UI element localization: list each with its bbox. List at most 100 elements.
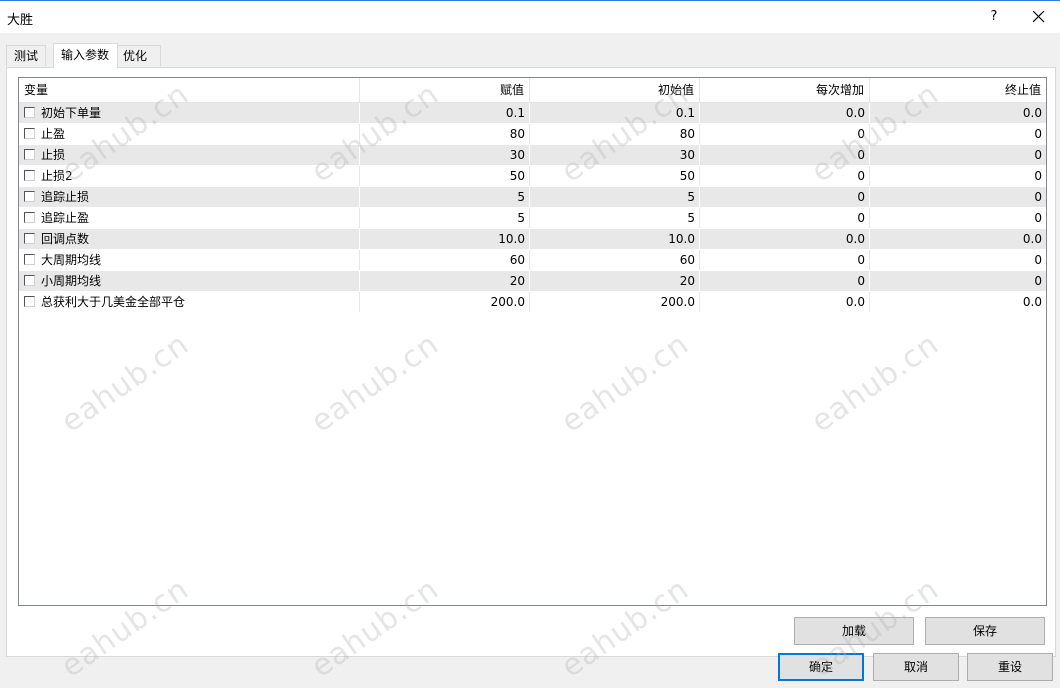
column-header-value[interactable]: 赋值 xyxy=(360,78,530,102)
table-row[interactable]: 止损 30 30 0 0 xyxy=(19,145,1046,166)
table-row[interactable]: 大周期均线 60 60 0 0 xyxy=(19,250,1046,271)
cell-stop[interactable]: 0 xyxy=(870,145,1046,165)
cell-step[interactable]: 0.0 xyxy=(700,103,870,123)
cell-stop[interactable]: 0.0 xyxy=(870,292,1046,312)
cell-stop[interactable]: 0 xyxy=(870,271,1046,291)
column-header-start[interactable]: 初始值 xyxy=(530,78,700,102)
optimize-checkbox[interactable] xyxy=(24,233,35,244)
variable-label: 大周期均线 xyxy=(41,253,102,267)
table-row[interactable]: 追踪止盈 5 5 0 0 xyxy=(19,208,1046,229)
cell-value[interactable]: 200.0 xyxy=(360,292,530,312)
table-header: 变量 赋值 初始值 每次增加 终止值 xyxy=(19,78,1046,103)
cell-value[interactable]: 10.0 xyxy=(360,229,530,249)
cell-variable: 追踪止损 xyxy=(19,187,360,207)
optimize-checkbox[interactable] xyxy=(24,212,35,223)
cell-variable: 初始下单量 xyxy=(19,103,360,123)
optimize-checkbox[interactable] xyxy=(24,191,35,202)
cell-step[interactable]: 0 xyxy=(700,145,870,165)
cell-value[interactable]: 80 xyxy=(360,124,530,144)
cell-start[interactable]: 5 xyxy=(530,187,700,207)
table-row[interactable]: 初始下单量 0.1 0.1 0.0 0.0 xyxy=(19,103,1046,124)
cell-start[interactable]: 5 xyxy=(530,208,700,228)
cell-stop[interactable]: 0 xyxy=(870,187,1046,207)
cell-step[interactable]: 0 xyxy=(700,166,870,186)
variable-label: 止损2 xyxy=(41,169,73,183)
cell-start[interactable]: 10.0 xyxy=(530,229,700,249)
cell-step[interactable]: 0 xyxy=(700,271,870,291)
tab-test[interactable]: 测试 xyxy=(6,45,46,66)
inputs-panel: 变量 赋值 初始值 每次增加 终止值 初始下单量 0.1 0.1 0.0 0.0 止盈 80… xyxy=(6,67,1056,657)
tab-optimize[interactable]: 优化 xyxy=(115,45,161,66)
cell-variable: 总获利大于几美金全部平仓 xyxy=(19,292,360,312)
cell-value[interactable]: 20 xyxy=(360,271,530,291)
cell-variable: 大周期均线 xyxy=(19,250,360,270)
cancel-button[interactable]: 取消 xyxy=(873,653,959,681)
cell-variable: 止盈 xyxy=(19,124,360,144)
cell-start[interactable]: 30 xyxy=(530,145,700,165)
table-row[interactable]: 止损2 50 50 0 0 xyxy=(19,166,1046,187)
variable-label: 总获利大于几美金全部平仓 xyxy=(41,295,186,309)
cell-step[interactable]: 0 xyxy=(700,208,870,228)
variable-label: 止盈 xyxy=(41,127,66,141)
parameters-table: 变量 赋值 初始值 每次增加 终止值 初始下单量 0.1 0.1 0.0 0.0 止盈 80… xyxy=(18,77,1047,606)
cell-stop[interactable]: 0 xyxy=(870,124,1046,144)
cell-step[interactable]: 0.0 xyxy=(700,229,870,249)
column-header-step[interactable]: 每次增加 xyxy=(700,78,870,102)
variable-label: 小周期均线 xyxy=(41,274,102,288)
cell-start[interactable]: 20 xyxy=(530,271,700,291)
cell-variable: 回调点数 xyxy=(19,229,360,249)
cell-stop[interactable]: 0 xyxy=(870,208,1046,228)
optimize-checkbox[interactable] xyxy=(24,107,35,118)
load-button[interactable]: 加载 xyxy=(794,617,914,645)
cell-variable: 追踪止盈 xyxy=(19,208,360,228)
optimize-checkbox[interactable] xyxy=(24,296,35,307)
cell-value[interactable]: 30 xyxy=(360,145,530,165)
cell-value[interactable]: 5 xyxy=(360,208,530,228)
optimize-checkbox[interactable] xyxy=(24,128,35,139)
cell-stop[interactable]: 0 xyxy=(870,250,1046,270)
variable-label: 止损 xyxy=(41,148,66,162)
close-button[interactable] xyxy=(1024,3,1054,31)
table-row[interactable]: 小周期均线 20 20 0 0 xyxy=(19,271,1046,292)
help-button[interactable]: ? xyxy=(982,3,1006,31)
cell-stop[interactable]: 0.0 xyxy=(870,229,1046,249)
cell-value[interactable]: 5 xyxy=(360,187,530,207)
tab-inputs[interactable]: 输入参数 xyxy=(53,43,118,68)
variable-label: 追踪止损 xyxy=(41,190,90,204)
table-row[interactable]: 回调点数 10.0 10.0 0.0 0.0 xyxy=(19,229,1046,250)
cell-step[interactable]: 0.0 xyxy=(700,292,870,312)
save-button[interactable]: 保存 xyxy=(925,617,1045,645)
cell-variable: 止损 xyxy=(19,145,360,165)
variable-label: 初始下单量 xyxy=(41,106,102,120)
variable-label: 追踪止盈 xyxy=(41,211,90,225)
cell-step[interactable]: 0 xyxy=(700,124,870,144)
dialog-window: 大胜 ? 测试 输入参数 优化 变量 赋值 初始值 每次增加 终止值 初始下单量… xyxy=(0,0,1060,688)
close-icon xyxy=(1033,11,1045,23)
cell-step[interactable]: 0 xyxy=(700,187,870,207)
cell-value[interactable]: 0.1 xyxy=(360,103,530,123)
table-row[interactable]: 止盈 80 80 0 0 xyxy=(19,124,1046,145)
reset-button[interactable]: 重设 xyxy=(967,653,1053,681)
cell-start[interactable]: 200.0 xyxy=(530,292,700,312)
cell-value[interactable]: 60 xyxy=(360,250,530,270)
cell-start[interactable]: 50 xyxy=(530,166,700,186)
optimize-checkbox[interactable] xyxy=(24,170,35,181)
optimize-checkbox[interactable] xyxy=(24,275,35,286)
cell-stop[interactable]: 0.0 xyxy=(870,103,1046,123)
column-header-stop[interactable]: 终止值 xyxy=(870,78,1046,102)
optimize-checkbox[interactable] xyxy=(24,254,35,265)
window-title: 大胜 xyxy=(7,13,34,28)
cell-variable: 止损2 xyxy=(19,166,360,186)
cell-step[interactable]: 0 xyxy=(700,250,870,270)
ok-button[interactable]: 确定 xyxy=(778,653,864,681)
cell-stop[interactable]: 0 xyxy=(870,166,1046,186)
cell-start[interactable]: 0.1 xyxy=(530,103,700,123)
cell-variable: 小周期均线 xyxy=(19,271,360,291)
cell-start[interactable]: 80 xyxy=(530,124,700,144)
cell-start[interactable]: 60 xyxy=(530,250,700,270)
column-header-variable[interactable]: 变量 xyxy=(19,78,360,102)
table-row[interactable]: 总获利大于几美金全部平仓 200.0 200.0 0.0 0.0 xyxy=(19,292,1046,313)
optimize-checkbox[interactable] xyxy=(24,149,35,160)
table-row[interactable]: 追踪止损 5 5 0 0 xyxy=(19,187,1046,208)
cell-value[interactable]: 50 xyxy=(360,166,530,186)
